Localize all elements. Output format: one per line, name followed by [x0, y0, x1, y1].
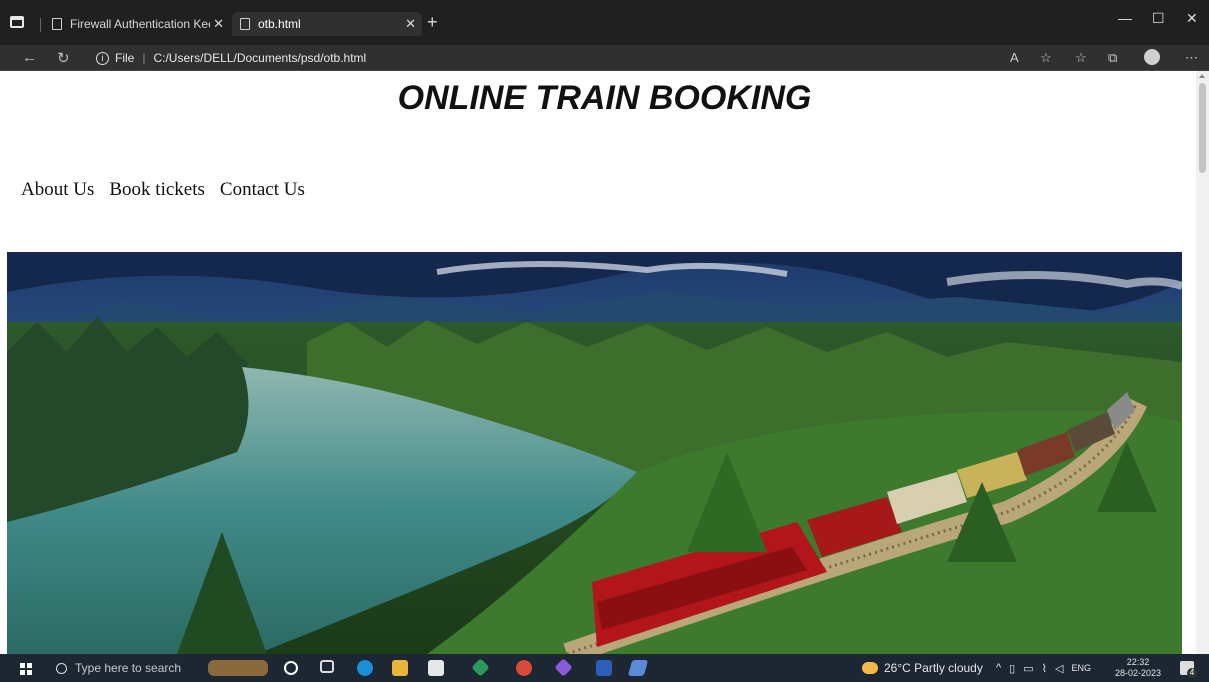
read-aloud-icon[interactable]: A — [1010, 50, 1019, 65]
favorite-icon[interactable]: ☆ — [1040, 50, 1052, 66]
app-diamond-icon[interactable] — [471, 658, 490, 677]
close-window-icon[interactable]: ✕ — [1186, 10, 1198, 27]
tab-separator — [40, 18, 41, 32]
wifi-icon[interactable]: ⌇ — [1042, 662, 1047, 675]
maximize-icon[interactable]: ☐ — [1152, 10, 1165, 27]
file-explorer-icon[interactable] — [392, 660, 408, 676]
scrollbar-thumb[interactable] — [1199, 83, 1206, 173]
weather-widget[interactable]: 26°C Partly cloudy — [862, 654, 983, 682]
minimize-icon[interactable]: — — [1118, 10, 1132, 26]
chrome-icon[interactable] — [516, 660, 532, 676]
page-title: ONLINE TRAIN BOOKING — [397, 79, 812, 117]
nav-about-us[interactable]: About Us — [21, 179, 94, 201]
search-highlight-icon[interactable] — [208, 660, 268, 676]
page-icon — [52, 18, 62, 30]
clock[interactable]: 22:32 28-02-2023 — [1115, 657, 1161, 679]
browser-tab-bar: Firewall Authentication Keepalive ✕ otb.… — [0, 0, 1209, 45]
site-nav: About Us Book tickets Contact Us — [21, 179, 305, 201]
new-tab-icon[interactable]: + — [427, 12, 438, 33]
taskbar-search-placeholder: Type here to search — [75, 661, 182, 675]
page-icon — [240, 18, 250, 30]
scroll-up-icon[interactable] — [1199, 74, 1205, 78]
tab-firewall[interactable]: Firewall Authentication Keepalive ✕ — [52, 12, 230, 36]
url-path: C:/Users/DELL/Documents/psd/otb.html — [153, 51, 367, 65]
profile-avatar-icon[interactable] — [1144, 49, 1160, 65]
page-viewport: ONLINE TRAIN BOOKING About Us Book ticke… — [0, 71, 1196, 654]
windows-start-icon[interactable] — [20, 663, 32, 675]
chevron-up-icon[interactable]: ^ — [996, 662, 1001, 674]
close-tab-icon[interactable]: ✕ — [405, 16, 416, 32]
search-icon — [56, 662, 67, 674]
windows-taskbar: Type here to search 26°C Partly cloudy ^… — [0, 654, 1209, 682]
weather-text: 26°C Partly cloudy — [884, 661, 983, 675]
system-tray: ^ ▯ ▭ ⌇ ◁ ENG — [996, 654, 1091, 682]
notification-icon[interactable]: 4 — [1180, 661, 1197, 678]
app-diamond-2-icon[interactable] — [554, 658, 573, 677]
language-indicator[interactable]: ENG — [1071, 663, 1091, 673]
word-icon[interactable] — [596, 660, 612, 676]
cortana-icon[interactable] — [284, 661, 298, 675]
scheme-label: File — [115, 51, 135, 65]
clock-date: 28-02-2023 — [1115, 668, 1162, 678]
vertical-scrollbar[interactable] — [1196, 71, 1209, 654]
notification-count: 4 — [1187, 668, 1197, 678]
info-icon[interactable]: i — [96, 51, 109, 65]
mail-icon[interactable] — [428, 660, 444, 676]
app-blue-icon[interactable] — [627, 660, 649, 676]
network-icon[interactable]: ▯ — [1009, 662, 1015, 675]
favorites-list-icon[interactable]: ☆ — [1075, 50, 1087, 66]
train-landscape-image — [7, 252, 1182, 654]
edge-icon[interactable] — [357, 660, 373, 676]
tab-otb[interactable]: otb.html ✕ — [232, 12, 422, 36]
nav-contact-us[interactable]: Contact Us — [220, 179, 305, 201]
back-icon[interactable]: ← — [22, 49, 37, 66]
more-options-icon[interactable]: ⋯ — [1185, 50, 1198, 66]
tab-title: otb.html — [258, 17, 301, 31]
refresh-icon[interactable]: ↻ — [57, 49, 70, 67]
nav-book-tickets[interactable]: Book tickets — [109, 179, 205, 201]
close-tab-icon[interactable]: ✕ — [213, 16, 224, 32]
url-separator: | — [142, 51, 146, 65]
tab-title: Firewall Authentication Keepalive — [70, 17, 210, 31]
taskbar-search[interactable]: Type here to search — [48, 654, 198, 682]
task-view-icon[interactable] — [320, 660, 334, 673]
collections-icon[interactable]: ⧉ — [1108, 50, 1117, 66]
weather-icon — [862, 662, 878, 674]
clock-time: 22:32 — [1126, 657, 1150, 667]
battery-icon[interactable]: ▭ — [1023, 662, 1033, 675]
address-bar: ← ↻ i File | C:/Users/DELL/Documents/psd… — [0, 45, 1209, 71]
volume-icon[interactable]: ◁ — [1055, 662, 1063, 675]
url-field[interactable]: i File | C:/Users/DELL/Documents/psd/otb… — [96, 48, 996, 68]
tab-actions-icon[interactable] — [10, 16, 24, 28]
